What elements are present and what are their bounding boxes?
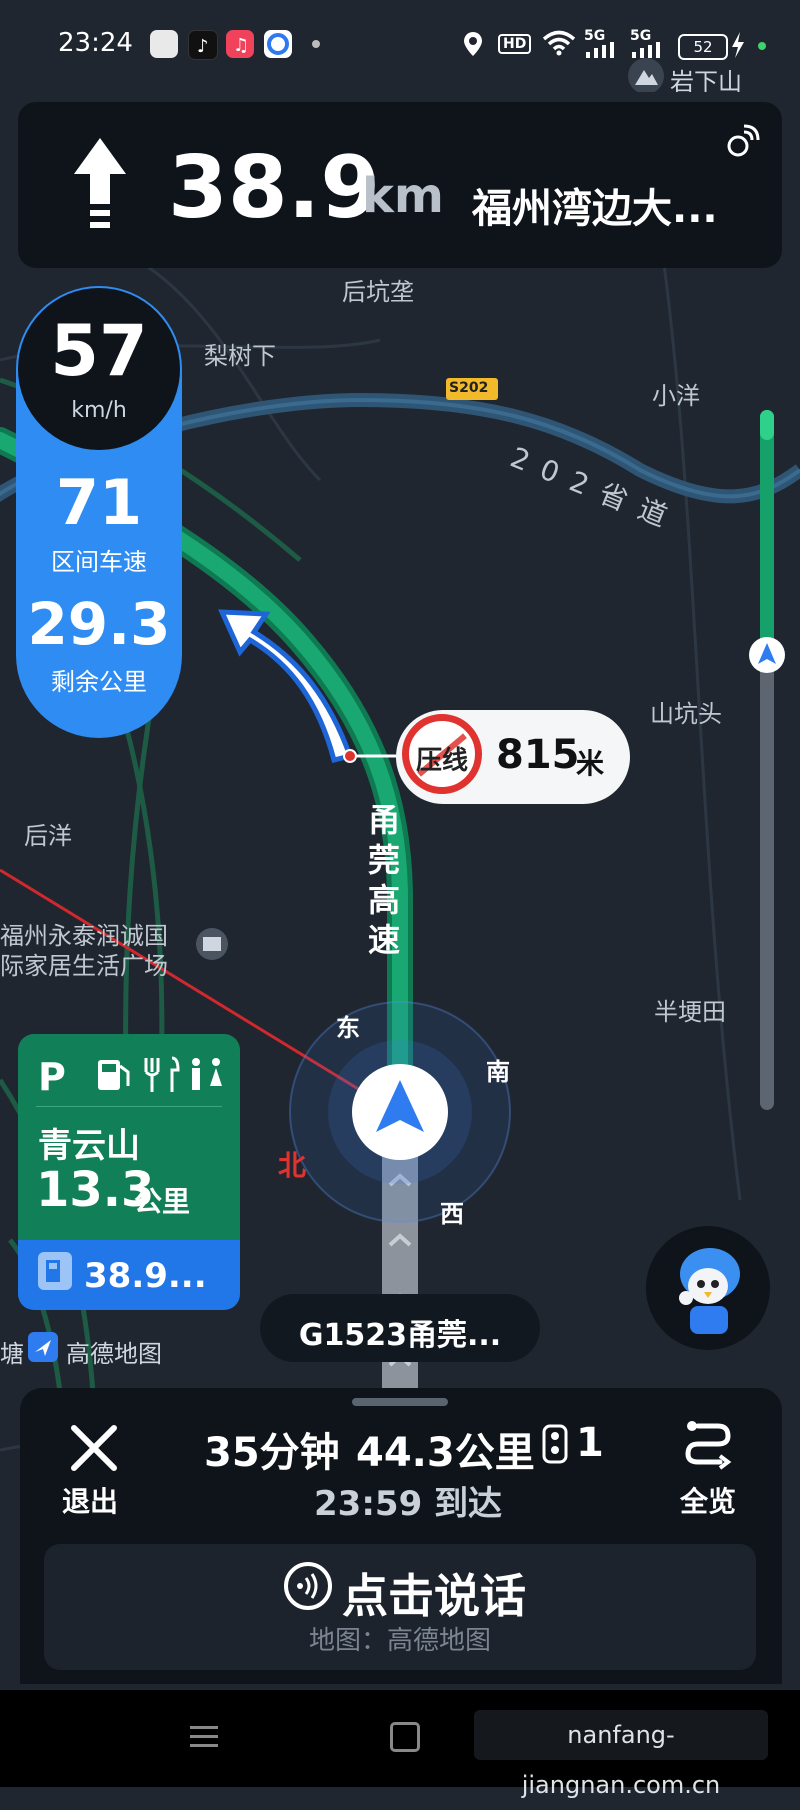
svg-text:P: P (38, 1055, 66, 1098)
average-speed-label: 区间车速 (51, 548, 147, 576)
distance-unit: km (362, 168, 444, 224)
voice-command-label: 点击说话 (342, 1569, 526, 1623)
distance-remaining: 44.3公里 (356, 1430, 535, 1476)
map-label: 山坑头 (650, 700, 722, 728)
traffic-light-icon (540, 1424, 570, 1468)
green-dot-icon (758, 42, 766, 50)
s202-label: S202 (449, 380, 489, 396)
next-road-name: 福州湾边大... (472, 186, 718, 232)
news-app-icon (150, 30, 178, 58)
map-label: 小洋 (652, 382, 700, 410)
status-time: 23:24 (58, 28, 133, 58)
speed-unit: km/h (71, 398, 127, 423)
time-remaining: 35分钟 (204, 1430, 340, 1476)
voice-assistant-avatar[interactable] (646, 1226, 770, 1350)
remaining-distance-label: 剩余公里 (51, 668, 147, 696)
hd-badge: HD (498, 34, 532, 54)
amap-brand: 高德地图 (66, 1340, 162, 1368)
traffic-light-count: 1 (576, 1420, 604, 1466)
current-speed: 57 (50, 310, 148, 392)
current-road-name: G1523甬莞... (298, 1318, 502, 1353)
overview-label[interactable]: 全览 (680, 1480, 736, 1520)
straight-arrow-icon (72, 138, 128, 238)
signal-icon-1 (586, 42, 616, 62)
service-station-icon (38, 1252, 72, 1290)
menu-icon[interactable] (190, 1722, 218, 1754)
compass-south: 南 (486, 1058, 510, 1086)
exit-button[interactable] (64, 1418, 124, 1478)
drag-handle[interactable] (352, 1398, 448, 1406)
tiktok-icon: ♪ (188, 30, 218, 60)
service-facilities-icons: P (38, 1052, 228, 1102)
amap-logo-icon (28, 1332, 58, 1362)
status-bar: 23:24 ♪ ♫ HD 5G 5G 52 岩下山 (0, 0, 800, 96)
browser-icon (264, 30, 292, 58)
service-area-card[interactable]: P 青云山 13.3 公里 38.9... (18, 1034, 240, 1310)
home-icon[interactable] (390, 1722, 420, 1752)
arrival-time: 23:59 到达 (314, 1484, 503, 1524)
mountain-icon (628, 58, 664, 94)
warning-unit: 米 (576, 747, 605, 780)
warning-sign-text: 压线 (415, 746, 468, 776)
map-label: 塘 (0, 1340, 24, 1368)
battery-indicator: 52 (678, 34, 728, 60)
map-label: 梨树下 (204, 342, 276, 370)
map-label: 后洋 (24, 822, 72, 850)
next-service-distance: 38.9... (84, 1256, 207, 1296)
compass-east: 东 (336, 1014, 360, 1042)
warning-distance: 815 (496, 732, 580, 778)
voice-wave-icon (284, 1562, 332, 1610)
wifi-icon (542, 30, 576, 61)
charging-icon (730, 32, 746, 62)
poi-label: 际家居生活广场 (0, 952, 168, 980)
more-notifications-icon (312, 40, 320, 48)
service-area-unit: 公里 (134, 1185, 191, 1218)
compass-west: 西 (440, 1200, 464, 1228)
watermark: nanfang-jiangnan.com.cn (474, 1710, 768, 1799)
location-icon (462, 30, 484, 63)
remaining-distance: 29.3 (27, 590, 171, 658)
map-label: 半埂田 (654, 998, 726, 1026)
distance-to-turn: 38.9 (168, 138, 381, 238)
route-progress-fill (760, 410, 774, 650)
satellite-icon[interactable] (724, 124, 760, 160)
voice-command-sublabel: 地图：高德地图 (308, 1626, 491, 1656)
compass-north: 北 (278, 1149, 307, 1182)
exit-label[interactable]: 退出 (62, 1480, 118, 1520)
service-area-name: 青云山 (38, 1126, 140, 1166)
highway-label: 甬莞高速 (368, 801, 401, 959)
overview-button[interactable] (680, 1414, 736, 1470)
svg-text:♪: ♪ (197, 36, 209, 57)
svg-text:♫: ♫ (233, 35, 249, 56)
average-speed: 71 (55, 466, 143, 539)
map-label: 后坑垄 (342, 278, 414, 306)
music-icon: ♫ (226, 30, 254, 58)
